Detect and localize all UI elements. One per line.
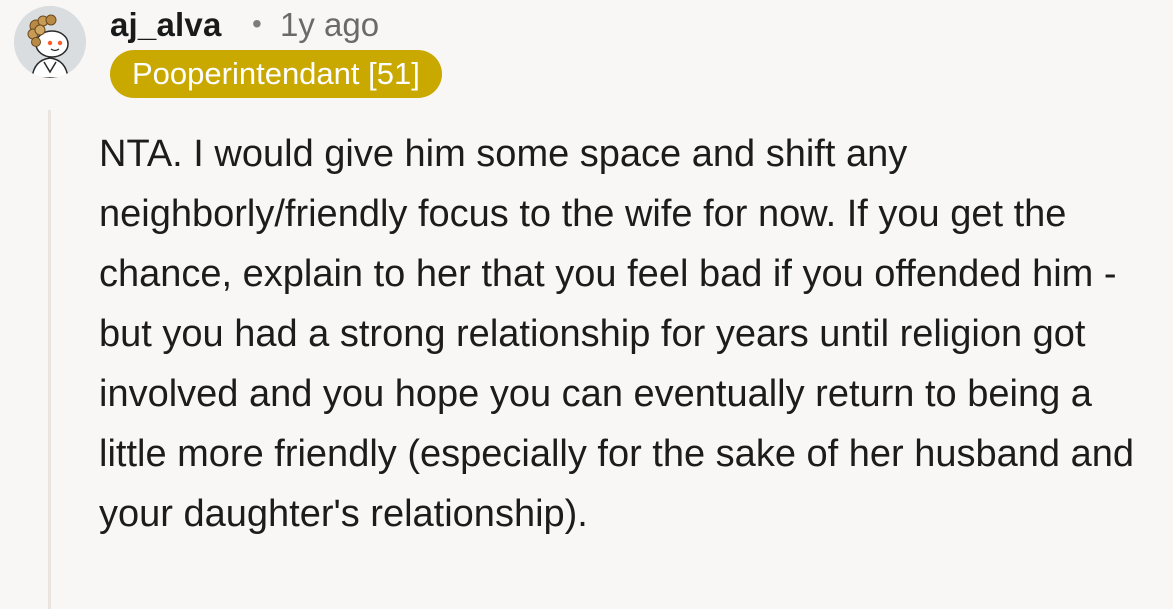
comment: aj_alva • 1y ago Pooperintendant [51] NT… xyxy=(0,0,1173,609)
snoo-avatar-icon xyxy=(14,6,86,78)
avatar[interactable] xyxy=(14,6,86,78)
thread-line[interactable] xyxy=(48,110,51,609)
comment-body: NTA. I would give him some space and shi… xyxy=(99,133,1134,535)
separator-dot: • xyxy=(252,8,262,39)
username[interactable]: aj_alva xyxy=(110,6,222,44)
timestamp: 1y ago xyxy=(280,6,380,43)
user-flair-badge: Pooperintendant [51] xyxy=(110,50,442,98)
